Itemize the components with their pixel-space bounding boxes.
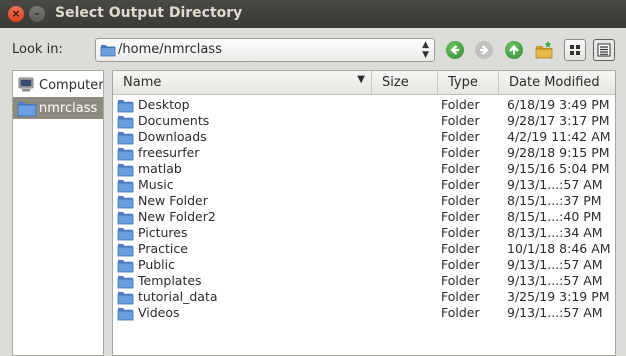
file-name: matlab <box>138 161 182 176</box>
column-header-size[interactable]: Size <box>372 71 438 94</box>
file-date-modified: 6/18/19 3:49 PM <box>507 97 610 112</box>
up-button[interactable] <box>503 39 525 61</box>
file-date-modified: 8/15/1...:37 PM <box>507 193 602 208</box>
table-row[interactable]: tutorial_data Folder 3/25/19 3:19 PM <box>113 289 615 305</box>
file-type: Folder <box>441 145 480 160</box>
file-list[interactable]: Name ▼ Size Type Date Modified Desktop Fo… <box>112 70 616 356</box>
file-type: Folder <box>441 177 480 192</box>
file-name: Templates <box>138 273 202 288</box>
file-date-modified: 9/13/1...:57 AM <box>507 257 603 272</box>
file-name: New Folder2 <box>138 209 216 224</box>
file-date-modified: 9/13/1...:57 AM <box>507 177 603 192</box>
table-row[interactable]: Documents Folder 9/28/17 3:17 PM <box>113 113 615 129</box>
sidebar-item-label: nmrclass <box>39 101 98 116</box>
file-name: Videos <box>138 305 180 320</box>
file-date-modified: 3/25/19 3:19 PM <box>507 289 610 304</box>
file-type: Folder <box>441 241 480 256</box>
look-in-label: Look in: <box>12 42 63 57</box>
detail-view-button[interactable] <box>593 39 615 61</box>
forward-button[interactable] <box>473 39 495 61</box>
table-row[interactable]: Desktop Folder 6/18/19 3:49 PM <box>113 97 615 113</box>
table-row[interactable]: Downloads Folder 4/2/19 11:42 AM <box>113 129 615 145</box>
sidebar-item-computer[interactable]: Computer <box>13 74 104 96</box>
minimize-window-button[interactable]: – <box>29 6 45 22</box>
combobox-arrows-icon: ▲ ▼ <box>422 40 429 60</box>
scrollbar-thumb[interactable] <box>608 174 615 202</box>
file-type: Folder <box>441 161 480 176</box>
file-name: freesurfer <box>138 145 200 160</box>
file-type: Folder <box>441 209 480 224</box>
left-arrow-icon <box>446 41 464 59</box>
folder-icon <box>17 102 37 117</box>
detail-view-icon <box>597 43 611 57</box>
icon-view-icon <box>570 45 580 55</box>
file-type: Folder <box>441 97 480 112</box>
file-type: Folder <box>441 225 480 240</box>
column-header-date-modified[interactable]: Date Modified <box>499 71 615 94</box>
vertical-scrollbar[interactable] <box>608 94 615 355</box>
file-name: Pictures <box>138 225 188 240</box>
sidebar-item-nmrclass[interactable]: nmrclass <box>13 97 103 119</box>
file-date-modified: 9/28/17 3:17 PM <box>507 113 610 128</box>
table-row[interactable]: Videos Folder 9/13/1...:57 AM <box>113 305 615 321</box>
icon-view-button[interactable] <box>564 39 586 61</box>
file-name: Public <box>138 257 175 272</box>
file-name: Downloads <box>138 129 207 144</box>
right-arrow-icon <box>475 41 493 59</box>
title-bar: × – Select Output Directory <box>0 0 626 28</box>
file-list-header: Name ▼ Size Type Date Modified <box>113 71 615 95</box>
table-row[interactable]: New Folder2 Folder 8/15/1...:40 PM <box>113 209 615 225</box>
file-type: Folder <box>441 305 480 320</box>
file-name: Music <box>138 177 174 192</box>
table-row[interactable]: New Folder Folder 8/15/1...:37 PM <box>113 193 615 209</box>
file-type: Folder <box>441 289 480 304</box>
file-date-modified: 4/2/19 11:42 AM <box>507 129 611 144</box>
back-button[interactable] <box>444 39 466 61</box>
file-date-modified: 9/13/1...:57 AM <box>507 273 603 288</box>
column-header-name[interactable]: Name ▼ <box>113 71 372 94</box>
close-window-button[interactable]: × <box>8 6 24 22</box>
table-row[interactable]: freesurfer Folder 9/28/18 9:15 PM <box>113 145 615 161</box>
file-name: Documents <box>138 113 210 128</box>
table-row[interactable]: matlab Folder 9/15/16 5:04 PM <box>113 161 615 177</box>
new-folder-button[interactable] <box>533 39 555 61</box>
file-date-modified: 8/15/1...:40 PM <box>507 209 602 224</box>
file-date-modified: 8/13/1...:34 AM <box>507 225 603 240</box>
table-row[interactable]: Templates Folder 9/13/1...:57 AM <box>113 273 615 289</box>
file-name: New Folder <box>138 193 208 208</box>
table-row[interactable]: Practice Folder 10/1/18 8:46 AM <box>113 241 615 257</box>
file-date-modified: 10/1/18 8:46 AM <box>507 241 611 256</box>
table-row[interactable]: Public Folder 9/13/1...:57 AM <box>113 257 615 273</box>
sidebar-item-label: Computer <box>39 78 104 93</box>
places-sidebar: Computer nmrclass <box>12 70 104 356</box>
table-row[interactable]: Pictures Folder 8/13/1...:34 AM <box>113 225 615 241</box>
file-name: tutorial_data <box>138 289 218 304</box>
sort-descending-icon: ▼ <box>357 74 365 85</box>
file-date-modified: 9/15/16 5:04 PM <box>507 161 610 176</box>
new-folder-icon <box>535 41 553 59</box>
file-type: Folder <box>441 193 480 208</box>
file-name: Desktop <box>138 97 190 112</box>
file-name: Practice <box>138 241 188 256</box>
look-in-path: /home/nmrclass <box>118 42 222 57</box>
up-arrow-icon <box>505 41 523 59</box>
column-header-type[interactable]: Type <box>438 71 499 94</box>
file-type: Folder <box>441 257 480 272</box>
file-date-modified: 9/28/18 9:15 PM <box>507 145 610 160</box>
file-type: Folder <box>441 273 480 288</box>
look-in-combobox[interactable]: /home/nmrclass ▲ ▼ <box>95 38 435 62</box>
folder-icon <box>117 306 134 324</box>
computer-icon <box>18 77 34 92</box>
file-type: Folder <box>441 113 480 128</box>
file-date-modified: 9/13/1...:57 AM <box>507 305 603 320</box>
file-type: Folder <box>441 129 480 144</box>
table-row[interactable]: Music Folder 9/13/1...:57 AM <box>113 177 615 193</box>
window-title: Select Output Directory <box>55 5 243 21</box>
folder-icon <box>100 45 116 57</box>
